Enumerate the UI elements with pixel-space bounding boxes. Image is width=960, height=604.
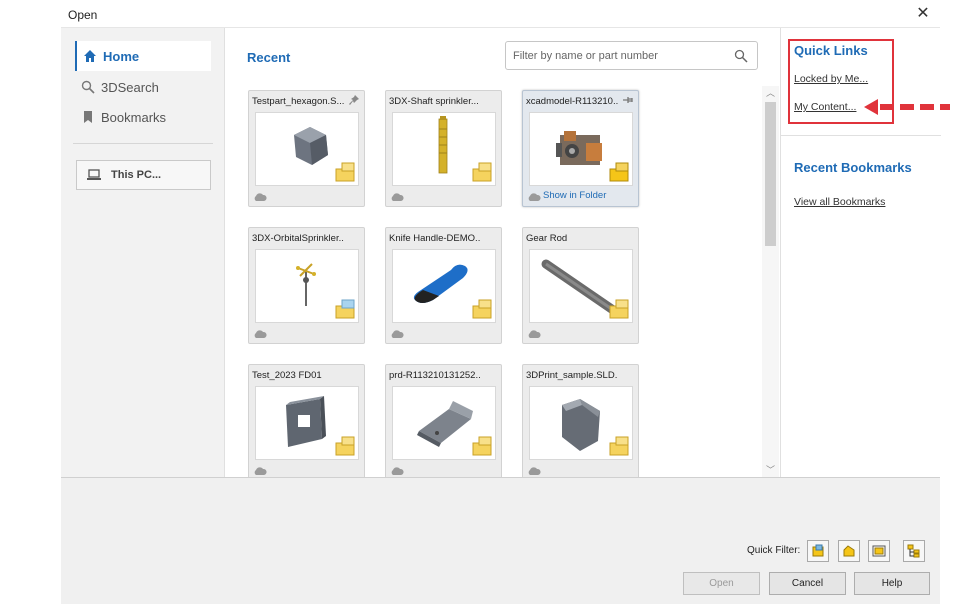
recent-file-card[interactable]: 3DPrint_sample.SLD...	[522, 364, 639, 477]
file-name: prd-R113210131252...	[389, 370, 481, 381]
filter-drawings-icon[interactable]	[868, 540, 890, 562]
locked-by-me-link[interactable]: Locked by Me...	[794, 73, 868, 85]
recent-file-card[interactable]: Test_2023 FD01	[248, 364, 365, 477]
cancel-button[interactable]: Cancel	[769, 572, 846, 595]
window-title: Open	[68, 8, 98, 22]
file-name: 3DPrint_sample.SLD...	[526, 370, 618, 381]
cloud-icon	[391, 467, 404, 475]
footer-bar: Quick Filter: Open Cancel Help	[61, 477, 940, 604]
filter-box	[505, 41, 758, 70]
recent-files-grid: Testpart_hexagon.S... 3DX-Shaft sprinkle…	[226, 88, 762, 477]
vertical-scrollbar[interactable]: ︿ ﹀	[762, 86, 779, 477]
sidebar-item-bookmarks[interactable]: Bookmarks	[75, 102, 211, 132]
file-thumbnail	[529, 112, 633, 186]
my-content-link[interactable]: My Content...	[794, 101, 856, 113]
file-thumbnail	[255, 112, 359, 186]
sidebar-item-label: 3DSearch	[101, 79, 159, 95]
file-name: Knife Handle-DEMO...	[389, 233, 481, 244]
quick-links-heading: Quick Links	[794, 43, 868, 58]
recent-heading: Recent	[247, 50, 291, 65]
sidebar-divider	[73, 143, 213, 144]
file-thumbnail	[392, 249, 496, 323]
file-name: Test_2023 FD01	[252, 370, 322, 381]
search-icon	[75, 80, 101, 94]
this-pc-button[interactable]: This PC...	[76, 160, 211, 190]
home-icon	[77, 49, 103, 63]
recent-file-card[interactable]: Testpart_hexagon.S...	[248, 90, 365, 207]
view-all-bookmarks-link[interactable]: View all Bookmarks	[794, 196, 885, 208]
filter-top-level-icon[interactable]	[903, 540, 925, 562]
file-thumbnail	[529, 249, 633, 323]
filter-assemblies-icon[interactable]	[807, 540, 829, 562]
file-thumbnail	[529, 386, 633, 460]
file-name: xcadmodel-R113210...	[526, 96, 618, 107]
cloud-icon	[254, 193, 267, 201]
file-name: 3DX-OrbitalSprinkler...	[252, 233, 344, 244]
file-thumbnail	[392, 112, 496, 186]
sidebar-item-home[interactable]: Home	[75, 41, 211, 71]
show-in-folder-link[interactable]: Show in Folder	[543, 190, 606, 201]
filter-parts-icon[interactable]	[838, 540, 860, 562]
help-button[interactable]: Help	[854, 572, 930, 595]
recent-file-card[interactable]: 3DX-OrbitalSprinkler...	[248, 227, 365, 344]
cloud-icon	[528, 467, 541, 475]
recent-file-card[interactable]: prd-R113210131252...	[385, 364, 502, 477]
scroll-thumb[interactable]	[765, 102, 776, 246]
cloud-icon	[254, 467, 267, 475]
pin-icon[interactable]	[348, 94, 360, 106]
this-pc-label: This PC...	[111, 169, 162, 181]
sidebar-item-3dsearch[interactable]: 3DSearch	[75, 72, 211, 102]
pin-icon[interactable]	[622, 94, 634, 106]
filter-input[interactable]	[506, 49, 728, 62]
sidebar-item-label: Home	[103, 48, 140, 64]
annotation-arrow-icon	[864, 99, 950, 115]
file-name: Testpart_hexagon.S...	[252, 96, 344, 107]
open-dialog: Open ✕ Home 3DSearch Bookmarks This PC..…	[61, 0, 941, 604]
cloud-icon	[528, 193, 541, 201]
search-icon[interactable]	[728, 49, 754, 63]
left-sidebar: Home 3DSearch Bookmarks This PC...	[61, 28, 225, 477]
laptop-icon	[77, 169, 111, 181]
recent-file-card[interactable]: Gear Rod	[522, 227, 639, 344]
scroll-down-icon[interactable]: ﹀	[762, 463, 779, 477]
title-bar: Open ✕	[61, 0, 940, 28]
cloud-icon	[254, 330, 267, 338]
quick-filter-label: Quick Filter:	[747, 545, 801, 556]
file-name: Gear Rod	[526, 233, 568, 244]
cloud-icon	[391, 330, 404, 338]
recent-file-card[interactable]: xcadmodel-R113210... Show in Folder	[522, 90, 639, 207]
file-thumbnail	[255, 386, 359, 460]
recent-file-card[interactable]: Knife Handle-DEMO...	[385, 227, 502, 344]
cloud-icon	[391, 193, 404, 201]
close-button[interactable]: ✕	[914, 5, 932, 23]
bookmark-icon	[75, 110, 101, 124]
file-name: 3DX-Shaft sprinkler...	[389, 96, 479, 107]
open-button[interactable]: Open	[683, 572, 760, 595]
recent-file-card[interactable]: 3DX-Shaft sprinkler...	[385, 90, 502, 207]
cloud-icon	[528, 330, 541, 338]
file-thumbnail	[255, 249, 359, 323]
scroll-up-icon[interactable]: ︿	[762, 86, 779, 100]
recent-panel: Recent Testpart_hexagon.S...	[226, 28, 780, 477]
file-thumbnail	[392, 386, 496, 460]
recent-bookmarks-heading: Recent Bookmarks	[794, 160, 912, 175]
right-divider	[781, 135, 941, 136]
sidebar-item-label: Bookmarks	[101, 109, 167, 125]
